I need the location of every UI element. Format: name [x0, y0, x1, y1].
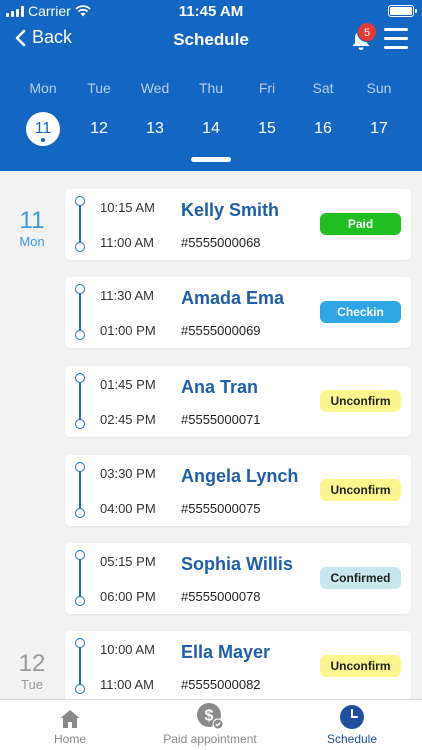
week-selector: Mon 11 Tue 12 Wed 13 Thu 14 Fri 15 Sat 1…: [15, 80, 407, 146]
status-badge[interactable]: Confirmed: [320, 567, 401, 589]
start-time: 05:15 PM: [100, 554, 156, 569]
tab-schedule[interactable]: Schedule: [312, 700, 392, 746]
status-badge[interactable]: Unconfirm: [320, 655, 401, 677]
appointment-code: #5555000078: [181, 589, 261, 604]
status-badge[interactable]: Checkin: [320, 301, 401, 323]
day-sun[interactable]: Sun 17: [351, 80, 407, 146]
group-date: 12: [18, 650, 46, 677]
tab-label: Paid appointment: [163, 732, 257, 746]
client-name: Amada Ema: [181, 288, 285, 308]
day-wed[interactable]: Wed 13: [127, 80, 183, 146]
end-time: 11:00 AM: [100, 235, 154, 250]
timeline-icon: [75, 462, 85, 518]
end-time: 11:00 AM: [100, 677, 154, 692]
timeline-icon: [75, 638, 85, 694]
drag-handle[interactable]: [191, 157, 231, 162]
date-group-label: 11 Mon: [10, 207, 54, 250]
day-date: 14: [202, 120, 220, 137]
client-name: Angela Lynch: [181, 466, 299, 486]
day-thu[interactable]: Thu 14: [183, 80, 239, 146]
client-name: Sophia Willis: [181, 554, 293, 574]
status-badge[interactable]: Unconfirm: [320, 390, 401, 412]
day-name: Wed: [140, 80, 170, 96]
back-label: Back: [32, 27, 73, 47]
tab-label: Home: [53, 732, 86, 746]
day-name: Mon: [29, 80, 57, 96]
tab-bar: Home $ Paid appointment Schedule: [0, 699, 422, 750]
day-mon[interactable]: Mon 11: [15, 80, 71, 146]
timeline-icon: [75, 373, 85, 429]
client-name: Ana Tran: [181, 377, 259, 397]
day-date: 11: [26, 112, 60, 146]
appointment-card[interactable]: 01:45 PM 02:45 PM Ana Tran #5555000071 U…: [65, 366, 411, 437]
appointment-card[interactable]: 10:00 AM 11:00 AM Ella Mayer #5555000082…: [65, 631, 411, 699]
group-date: 11: [19, 207, 45, 234]
notification-badge: 5: [357, 22, 377, 42]
start-time: 11:30 AM: [100, 288, 154, 303]
status-bar: Carrier 11:45 AM: [0, 0, 422, 22]
tab-label: Schedule: [326, 732, 378, 746]
tab-home[interactable]: Home: [30, 700, 110, 746]
tab-paid-appointment[interactable]: $ Paid appointment: [150, 700, 270, 746]
start-time: 03:30 PM: [100, 466, 156, 481]
timeline-icon: [75, 196, 85, 252]
day-name: Fri: [258, 80, 276, 96]
group-weekday: Tue: [21, 677, 43, 692]
status-badge[interactable]: Unconfirm: [320, 479, 401, 501]
client-name: Kelly Smith: [181, 200, 280, 220]
appointment-card[interactable]: 05:15 PM 06:00 PM Sophia Willis #5555000…: [65, 543, 411, 614]
home-icon: [60, 710, 80, 728]
status-badge[interactable]: Paid: [320, 213, 401, 235]
day-date: 17: [370, 120, 388, 137]
end-time: 02:45 PM: [100, 412, 156, 427]
start-time: 01:45 PM: [100, 377, 156, 392]
day-fri[interactable]: Fri 15: [239, 80, 295, 146]
end-time: 01:00 PM: [100, 323, 156, 338]
day-name: Thu: [198, 80, 224, 96]
chevron-left-icon: [15, 29, 26, 46]
client-name: Ella Mayer: [181, 642, 271, 662]
appointment-code: #5555000071: [181, 412, 261, 427]
appointment-card[interactable]: 03:30 PM 04:00 PM Angela Lynch #55550000…: [65, 455, 411, 526]
appointment-card[interactable]: 10:15 AM 11:00 AM Kelly Smith #555500006…: [65, 189, 411, 260]
back-button[interactable]: Back: [14, 27, 72, 48]
status-time: 11:45 AM: [178, 3, 244, 20]
appointment-list[interactable]: 11 Mon 10:15 AM 11:00 AM Kelly Smith #55…: [0, 171, 422, 699]
day-tue[interactable]: Tue 12: [71, 80, 127, 146]
day-date: 15: [258, 120, 276, 137]
group-weekday: Mon: [19, 234, 45, 249]
dollar-check-icon: $: [197, 703, 224, 730]
end-time: 04:00 PM: [100, 501, 156, 516]
appointment-card[interactable]: 11:30 AM 01:00 PM Amada Ema #5555000069 …: [65, 277, 411, 348]
nav-bar: Back Schedule 5: [0, 22, 422, 58]
start-time: 10:15 AM: [100, 200, 155, 215]
header: Carrier 11:45 AM Back Schedule 5 Mon 11 …: [0, 0, 422, 171]
day-date: 16: [314, 120, 332, 137]
timeline-icon: [75, 284, 85, 340]
timeline-icon: [75, 550, 85, 606]
clock-icon: [340, 705, 364, 729]
day-name: Sat: [312, 80, 334, 96]
appointment-code: #5555000075: [181, 501, 261, 516]
day-sat[interactable]: Sat 16: [295, 80, 351, 146]
appointment-code: #5555000069: [181, 323, 261, 338]
day-name: Sun: [366, 80, 392, 96]
day-name: Tue: [87, 80, 111, 96]
date-group-label: 12 Tue: [10, 650, 54, 693]
start-time: 10:00 AM: [100, 642, 155, 657]
day-date: 12: [90, 120, 108, 137]
day-date: 13: [146, 120, 164, 137]
end-time: 06:00 PM: [100, 589, 156, 604]
appointment-code: #5555000068: [181, 235, 261, 250]
menu-icon[interactable]: [384, 28, 408, 50]
battery-icon: [388, 5, 417, 17]
appointment-code: #5555000082: [181, 677, 261, 692]
svg-text:$: $: [205, 708, 214, 725]
